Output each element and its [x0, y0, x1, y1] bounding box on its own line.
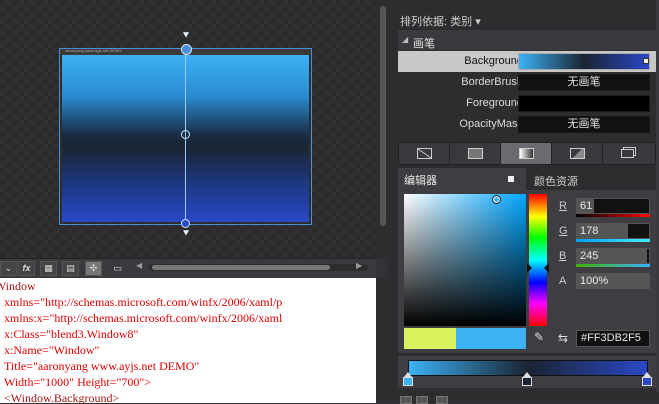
bottom-toolbar [388, 392, 659, 403]
code-line: Title="aaronyang www.ayjs.net DEMO" [4, 359, 200, 373]
g-value: 178 [580, 225, 599, 237]
no-brush-icon [417, 148, 432, 159]
horizontal-scroll-thumb[interactable] [152, 265, 330, 270]
artboard[interactable]: aaronyang www.ayjs.net DEMO ⯆ ⯆ [0, 0, 376, 258]
alpha-swatch [508, 328, 526, 349]
b-input[interactable]: 245 [576, 248, 650, 264]
tile-brush-tab[interactable] [552, 143, 603, 164]
r-value: 61 [580, 200, 593, 212]
tab-color-resources[interactable]: 颜色资源 [526, 168, 656, 190]
property-row-borderbrush[interactable]: BorderBrush 无画笔 [398, 72, 656, 93]
gradient-start-handle[interactable] [181, 44, 192, 55]
code-vertical-scrollbar[interactable] [376, 278, 388, 403]
gradient-brush-icon [519, 148, 534, 159]
resource-icon [621, 149, 634, 158]
resource-brush-tab[interactable] [603, 143, 654, 164]
hue-marker-right[interactable] [544, 263, 549, 273]
tab-indicator [508, 176, 514, 182]
code-line: <Window [0, 279, 36, 293]
property-row-opacitymask[interactable]: OpacityMask 无画笔 [398, 114, 656, 135]
properties-panel: 排列依据: 类别 ▾ ◢ 画笔 Background BorderBrush 无… [388, 0, 659, 404]
grid-icon[interactable]: ▦ [40, 261, 57, 276]
gradient-middle-handle[interactable] [181, 130, 190, 139]
r-label: R [559, 200, 567, 212]
sort-by-dropdown[interactable]: 排列依据: 类别 ▾ [400, 13, 481, 29]
gradient-stop[interactable] [642, 372, 652, 387]
code-line: <Window.Background> [4, 391, 120, 403]
scroll-left-icon[interactable]: ◀ [136, 261, 146, 273]
property-row-background[interactable]: Background [398, 51, 656, 72]
g-input[interactable]: 178 [576, 223, 650, 239]
category-label: 画笔 [413, 38, 435, 50]
comment-icon[interactable]: ▭ [109, 261, 126, 276]
property-name: Foreground [466, 97, 523, 109]
a-value: 100% [580, 275, 609, 287]
gradient-stop[interactable] [522, 372, 532, 387]
gradient-stop[interactable] [403, 372, 413, 387]
snap-icon[interactable]: ✣ [85, 261, 102, 276]
hue-marker-left[interactable] [527, 263, 532, 273]
collapse-icon[interactable]: ◢ [402, 36, 410, 44]
brush-type-tabs [398, 142, 656, 165]
borderbrush-value[interactable]: 无画笔 [518, 74, 650, 91]
gradient-end-arrow-icon[interactable]: ⯆ [180, 228, 192, 240]
background-brush-swatch[interactable] [518, 53, 650, 70]
a-input[interactable]: 100% [576, 273, 650, 289]
g-gradient-bar [576, 239, 650, 242]
tab-resources-label: 颜色资源 [534, 176, 578, 188]
solid-brush-tab[interactable] [450, 143, 501, 164]
previous-color-swatch[interactable] [404, 328, 456, 349]
a-label: A [559, 275, 567, 287]
hue-slider[interactable] [529, 194, 547, 326]
brush-category-header[interactable] [398, 30, 656, 50]
g-label: G [559, 225, 568, 237]
b-label: B [559, 250, 567, 262]
fx-icon[interactable]: fx [18, 261, 35, 276]
property-name: Background [464, 55, 523, 67]
color-editor-tabs: 编辑器 颜色资源 [398, 168, 656, 190]
current-color-swatch [456, 328, 508, 349]
chevron-down-icon: ▾ [475, 16, 481, 28]
property-name: OpacityMask [459, 118, 523, 130]
color-cursor[interactable] [492, 195, 501, 204]
no-brush-tab[interactable] [399, 143, 450, 164]
foreground-swatch[interactable] [518, 95, 650, 112]
window-title: aaronyang www.ayjs.net DEMO [65, 48, 122, 53]
saturation-value-field[interactable] [404, 194, 526, 326]
code-line: x:Name="Window" [4, 343, 100, 357]
r-gradient-bar [576, 214, 650, 217]
scroll-right-icon[interactable]: ▶ [356, 261, 366, 273]
advanced-options-marker[interactable] [643, 58, 649, 64]
grid-alt-icon[interactable]: ▤ [62, 261, 79, 276]
code-line: xmlns:x="http://schemas.microsoft.com/wi… [4, 311, 283, 325]
r-input[interactable]: 61 [576, 198, 650, 214]
eyedropper-icon[interactable]: ✎ [534, 330, 548, 344]
code-line: x:Class="blend3.Window8" [4, 327, 139, 341]
artboard-scroll-thumb[interactable] [380, 6, 386, 226]
property-name: BorderBrush [461, 76, 523, 88]
code-line: xmlns="http://schemas.microsoft.com/winf… [4, 295, 283, 309]
b-value: 245 [580, 250, 599, 262]
hex-color-input[interactable]: #FF3DB2F5 [576, 330, 650, 347]
xaml-editor[interactable]: <Window xmlns="http://schemas.microsoft.… [0, 278, 376, 403]
tab-editor-label: 编辑器 [404, 175, 437, 187]
swap-icon[interactable]: ⇆ [558, 331, 572, 345]
chevron-down-icon[interactable]: ⌄ [0, 261, 17, 276]
image-brush-icon [570, 148, 585, 159]
tab-editor[interactable]: 编辑器 [398, 168, 523, 190]
solid-brush-icon [468, 148, 483, 159]
gradient-end-handle[interactable] [181, 219, 190, 228]
gradient-start-arrow-icon[interactable]: ⯆ [180, 30, 192, 42]
property-row-foreground[interactable]: Foreground [398, 93, 656, 114]
opacitymask-value[interactable]: 无画笔 [518, 116, 650, 133]
code-line: Width="1000" Height="700"> [4, 375, 152, 389]
gradient-brush-tab[interactable] [501, 143, 552, 164]
b-gradient-bar [576, 264, 650, 267]
